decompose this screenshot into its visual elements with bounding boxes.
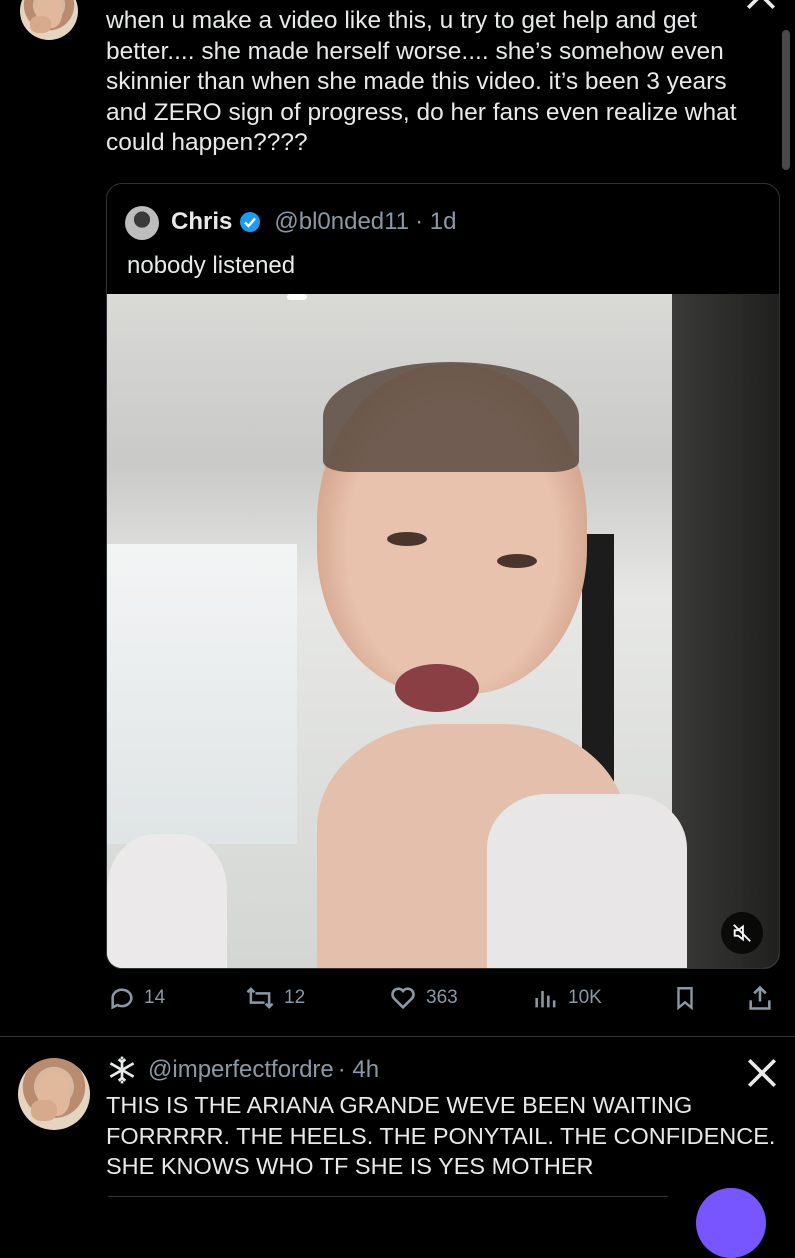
bookmark-icon bbox=[677, 987, 693, 1011]
reply-author-avatar[interactable] bbox=[18, 1058, 90, 1130]
quoted-avatar[interactable] bbox=[125, 206, 159, 240]
repost-count: 12 bbox=[284, 987, 306, 1008]
reply-time: · 4h bbox=[337, 1056, 380, 1083]
reply-handle[interactable]: @imperfectfordre bbox=[148, 1056, 334, 1084]
views-count: 10K bbox=[568, 987, 602, 1008]
views-button[interactable]: 10K bbox=[532, 984, 602, 1012]
scrollbar[interactable] bbox=[782, 30, 790, 170]
tweet-divider bbox=[0, 1036, 795, 1037]
views-icon bbox=[535, 991, 556, 1008]
repost-icon bbox=[246, 987, 274, 1009]
author-avatar[interactable] bbox=[20, 0, 78, 40]
bookmark-button[interactable] bbox=[672, 984, 698, 1012]
reply-icon bbox=[111, 988, 133, 1010]
quoted-text: nobody listened bbox=[127, 252, 296, 279]
share-icon bbox=[749, 985, 771, 1010]
mute-icon bbox=[733, 924, 751, 942]
quoted-display-name[interactable]: Chris bbox=[171, 208, 232, 236]
heart-icon bbox=[391, 987, 415, 1010]
reply-count: 14 bbox=[144, 987, 166, 1008]
snowflake-icon bbox=[106, 1054, 138, 1086]
quoted-tweet-card[interactable]: Chris @bl0nded11 · 1d nobody listened bbox=[106, 183, 780, 969]
x-logo-icon bbox=[745, 1056, 779, 1090]
reply-button[interactable]: 14 bbox=[108, 984, 165, 1012]
share-button[interactable] bbox=[746, 984, 774, 1012]
verified-badge-icon bbox=[238, 210, 262, 234]
like-count: 363 bbox=[426, 987, 458, 1008]
mute-button[interactable] bbox=[721, 912, 763, 954]
repost-button[interactable]: 12 bbox=[244, 984, 305, 1012]
quoted-handle[interactable]: @bl0nded11 bbox=[274, 208, 409, 236]
quoted-video[interactable] bbox=[107, 294, 779, 968]
like-button[interactable]: 363 bbox=[388, 984, 458, 1012]
quoted-time: · 1d bbox=[415, 208, 457, 235]
bottom-divider bbox=[108, 1196, 668, 1197]
compose-button[interactable] bbox=[696, 1188, 766, 1258]
tweet-text: when u make a video like this, u try to … bbox=[106, 7, 737, 156]
reply-text: THIS IS THE ARIANA GRANDE WEVE BEEN WAIT… bbox=[106, 1092, 776, 1179]
